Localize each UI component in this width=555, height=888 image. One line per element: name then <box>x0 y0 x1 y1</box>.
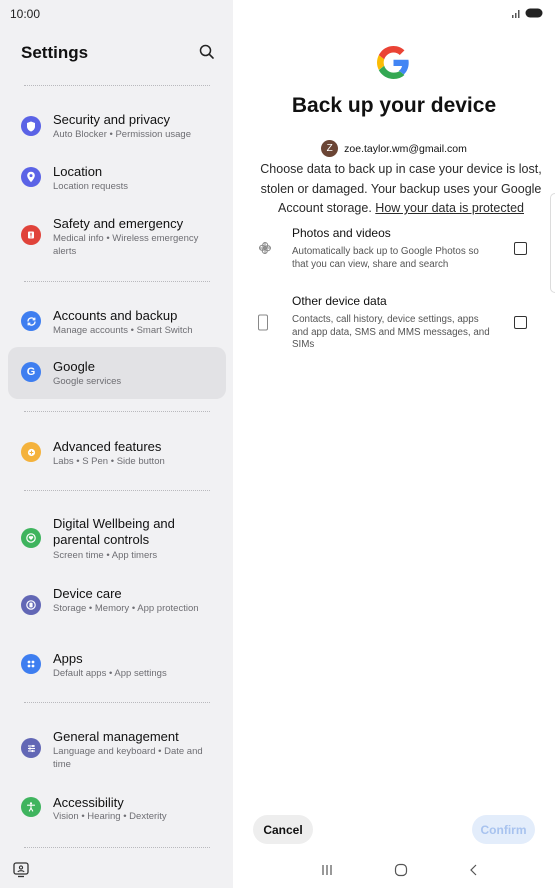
sidebar-item-subtitle: Storage • Memory • App protection <box>53 603 199 614</box>
sidebar-item-digital-wellbeing[interactable]: Digital Wellbeing and parental controls … <box>8 509 226 567</box>
recent-apps-icon <box>322 865 332 875</box>
photos-checkbox[interactable] <box>514 242 527 255</box>
shield-icon <box>21 116 41 136</box>
page-title: Settings <box>21 43 89 62</box>
sidebar-item-location[interactable]: Location Location requests <box>8 156 226 200</box>
section-divider <box>24 281 210 282</box>
status-indicators <box>511 8 543 18</box>
option-description: Contacts, call history, device settings,… <box>292 314 490 350</box>
back-icon <box>470 864 477 876</box>
sidebar-item-label: Security and privacy <box>53 112 171 127</box>
sidebar-item-general-management[interactable]: General management Language and keyboard… <box>8 721 226 777</box>
recent-apps-button[interactable] <box>317 860 337 880</box>
sidebar-item-subtitle: Language and keyboard • Date and time <box>53 746 203 770</box>
section-divider <box>24 847 210 848</box>
sidebar-item-label: Accessibility <box>53 795 124 810</box>
device-data-checkbox[interactable] <box>514 316 527 329</box>
section-divider <box>24 490 210 491</box>
search-icon <box>199 44 214 59</box>
sidebar-item-safety-and-emergency[interactable]: Safety and emergency Medical info • Wire… <box>8 208 226 264</box>
sidebar-item-advanced-features[interactable]: Advanced features Labs • S Pen • Side bu… <box>8 431 226 475</box>
sidebar-item-subtitle: Google services <box>53 376 122 387</box>
option-title: Other device data <box>292 294 387 308</box>
data-protection-link[interactable]: How your data is protected <box>375 201 524 215</box>
sidebar-item-device-care[interactable]: Device care Storage • Memory • App prote… <box>8 578 226 634</box>
sidebar-item-label: Location <box>53 164 103 179</box>
sidebar-item-subtitle: Labs • S Pen • Side button <box>53 456 165 467</box>
sidebar-item-subtitle: Vision • Hearing • Dexterity <box>53 811 167 822</box>
phone-outline-icon <box>257 314 273 332</box>
sidebar-item-label: General management <box>53 729 179 744</box>
edge-panel-handle[interactable] <box>550 193 555 293</box>
backup-intro: Choose data to back up in case your devi… <box>251 160 551 219</box>
google-g-icon: G <box>21 362 41 382</box>
account-email: zoe.taylor.wm@gmail.com <box>344 142 467 155</box>
cancel-button[interactable]: Cancel <box>253 815 313 844</box>
battery-icon <box>525 8 543 18</box>
heart-circle-icon <box>21 528 41 548</box>
sidebar-item-label: Accounts and backup <box>53 308 178 323</box>
sidebar-item-accessibility[interactable]: Accessibility Vision • Hearing • Dexteri… <box>8 787 226 831</box>
location-pin-icon <box>21 167 41 187</box>
sidebar-item-subtitle: Manage accounts • Smart Switch <box>53 325 193 336</box>
home-button[interactable] <box>391 860 411 880</box>
sidebar-item-subtitle: Auto Blocker • Permission usage <box>53 129 191 140</box>
avatar: Z <box>321 140 339 157</box>
accessibility-icon <box>21 797 41 817</box>
backup-option-photos[interactable]: Photos and videos Automatically back up … <box>233 226 555 274</box>
pinwheel-icon <box>257 240 273 258</box>
section-divider <box>24 85 210 86</box>
sidebar-item-label: Device care <box>53 586 122 601</box>
sidebar-item-label: Google <box>53 359 95 374</box>
tips-icon[interactable] <box>12 861 30 879</box>
status-time: 10:00 <box>10 7 41 21</box>
option-description: Automatically back up to Google Photos s… <box>292 246 479 270</box>
section-divider <box>24 411 210 412</box>
sidebar-item-label: Apps <box>53 651 83 666</box>
navigation-bar <box>233 860 555 884</box>
account-row: Z zoe.taylor.wm@gmail.com <box>233 140 555 157</box>
apps-grid-icon <box>21 654 41 674</box>
sidebar-item-subtitle: Location requests <box>53 181 128 192</box>
section-divider <box>24 702 210 703</box>
sync-icon <box>21 311 41 331</box>
search-button[interactable] <box>196 41 218 63</box>
back-button[interactable] <box>464 860 484 880</box>
option-title: Photos and videos <box>292 226 391 240</box>
home-icon <box>394 863 408 877</box>
sidebar-item-subtitle: Screen time • App timers <box>53 550 158 561</box>
confirm-button[interactable]: Confirm <box>472 815 535 844</box>
sidebar-item-label: Advanced features <box>53 439 162 454</box>
sidebar-item-subtitle: Default apps • App settings <box>53 668 167 679</box>
backup-title: Back up your device <box>291 94 497 117</box>
backup-option-device-data[interactable]: Other device data Contacts, call history… <box>233 294 555 354</box>
sidebar-item-label: Safety and emergency <box>53 216 184 231</box>
settings-pane: 10:00 Settings Security and privacy Auto… <box>0 0 233 888</box>
google-logo-icon <box>377 46 410 79</box>
sidebar-item-subtitle: Medical info • Wireless emergency alerts <box>53 233 199 257</box>
sidebar-item-google[interactable]: G Google Google services <box>8 347 226 399</box>
device-care-icon <box>21 595 41 615</box>
emergency-icon <box>21 225 41 245</box>
sidebar-item-apps[interactable]: Apps Default apps • App settings <box>8 643 226 687</box>
backup-pane: Back up your device Z zoe.taylor.wm@gmai… <box>233 0 555 888</box>
sliders-icon <box>21 738 41 758</box>
gear-plus-icon <box>21 442 41 462</box>
sidebar-item-accounts-and-backup[interactable]: Accounts and backup Manage accounts • Sm… <box>8 300 226 344</box>
sidebar-item-security-and-privacy[interactable]: Security and privacy Auto Blocker • Perm… <box>8 104 226 148</box>
signal-icon <box>512 9 520 18</box>
sidebar-item-label: Digital Wellbeing and parental controls <box>53 516 175 547</box>
